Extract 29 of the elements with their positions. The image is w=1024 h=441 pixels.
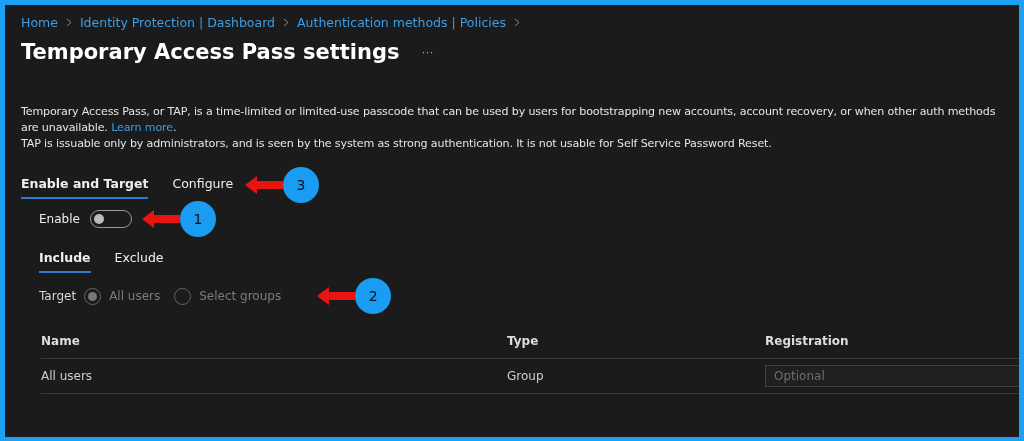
tab[interactable]: Enable and Target [21, 171, 149, 199]
page-title: Temporary Access Pass settings [21, 40, 400, 64]
tab[interactable]: Configure [172, 171, 234, 199]
breadcrumb-link[interactable]: Authentication methods | Policies [297, 15, 506, 30]
table-cell-text: Group [507, 369, 545, 383]
target-label: Target [39, 289, 77, 303]
arrow-icon [317, 287, 356, 305]
description-text: Temporary Access Pass, or TAP, is a time-limited or limited-use passcode that can be used by users for bootstrapping new accounts, account recovery, or when other auth methods are unavailable. Learn more. TAP is issuable only by administrators, and is seen by the system as strong authentication. It is not usable for Self Service Password Reset. [21, 104, 997, 152]
callout-number: 1 [179, 201, 216, 237]
breadcrumb-link[interactable]: Home [21, 15, 58, 30]
radio-label: Select groups [199, 289, 282, 303]
tab[interactable]: Exclude [114, 245, 164, 273]
radio-label: All users [109, 289, 161, 303]
callout-number: 3 [283, 167, 320, 203]
tab[interactable]: Include [39, 245, 91, 273]
arrow-icon [245, 176, 284, 194]
column-header: Registration [765, 333, 850, 350]
more-button[interactable]: ··· [421, 45, 434, 59]
callout-number: 2 [355, 278, 392, 314]
chevron-icon [65, 17, 72, 27]
table-cell-text: All users [41, 369, 94, 383]
column-header: Type [507, 333, 540, 350]
breadcrumb-link[interactable]: Identity Protection | Dashboard [79, 15, 275, 30]
learn-more-link[interactable]: Learn more [111, 121, 173, 134]
chevron-icon [283, 17, 289, 27]
column-header: Name [41, 333, 81, 350]
arrow-icon [141, 210, 180, 228]
enable-label: Enable [39, 212, 80, 226]
chevron-icon [513, 17, 520, 27]
